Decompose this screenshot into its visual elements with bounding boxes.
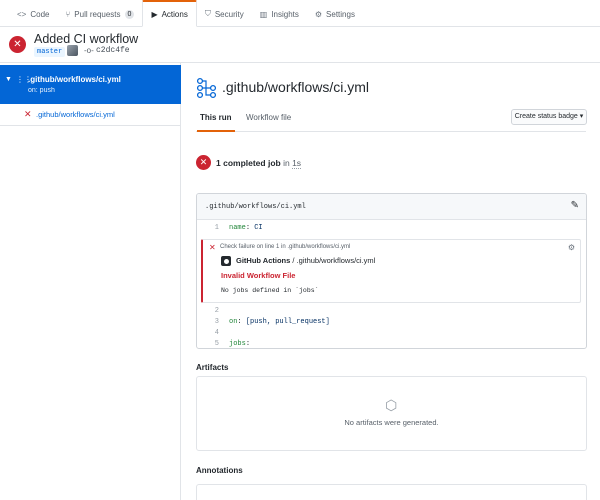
tab-code[interactable]: <> Code bbox=[9, 0, 57, 26]
commit-sha[interactable]: c2dc4fe bbox=[96, 46, 130, 55]
tab-code-label: Code bbox=[30, 9, 50, 19]
line-number[interactable]: 5 bbox=[197, 340, 219, 348]
workflow-title: .github/workflows/ci.yml bbox=[222, 79, 370, 95]
jobs-summary-text: 1 completed job in 1s bbox=[216, 158, 302, 169]
sidebar-workflow-item[interactable]: ▼ ⋮⋮ .github/workflows/ci.yml on: push bbox=[0, 65, 181, 104]
tab-pull-requests-label: Pull requests bbox=[74, 9, 121, 19]
sidebar-workflow-trigger: on: push bbox=[28, 87, 55, 94]
jobs-count: 1 completed job bbox=[216, 158, 281, 168]
code-separator: : bbox=[245, 224, 255, 232]
tab-insights-label: Insights bbox=[271, 9, 299, 19]
code-line: 4 bbox=[197, 329, 586, 340]
code-line: 1 name: CI bbox=[197, 224, 586, 235]
failure-x-icon: ✕ bbox=[209, 243, 216, 252]
tab-this-run[interactable]: This run bbox=[197, 113, 235, 132]
tab-security-label: Security bbox=[214, 9, 244, 19]
annotation-message: No jobs defined in `jobs` bbox=[221, 287, 319, 294]
line-number[interactable]: 1 bbox=[197, 224, 219, 232]
annotation-source-app: GitHub Actions bbox=[236, 256, 291, 265]
run-title: Added CI workflow bbox=[34, 32, 139, 46]
file-header: .github/workflows/ci.yml ✎ bbox=[197, 194, 586, 220]
code-line: 2 bbox=[197, 307, 586, 318]
code-line: 5 jobs: bbox=[197, 340, 586, 348]
code-value: [push, pull_request] bbox=[245, 318, 330, 326]
pencil-icon[interactable]: ✎ bbox=[571, 200, 579, 211]
annotation-card: ✕ Check failure on line 1 in .github/wor… bbox=[201, 239, 581, 303]
caret-down-icon[interactable]: ▼ bbox=[5, 76, 12, 83]
sidebar: ▼ ⋮⋮ .github/workflows/ci.yml on: push ✕… bbox=[0, 63, 181, 500]
jobs-duration: 1s bbox=[292, 158, 302, 169]
create-status-badge-button[interactable]: Create status badge ▾ bbox=[511, 109, 587, 125]
tab-settings[interactable]: ⚙ Settings bbox=[307, 0, 363, 26]
pull-requests-counter: 0 bbox=[124, 9, 135, 19]
jobs-in-label: in bbox=[280, 158, 293, 168]
workflow-icon bbox=[196, 77, 217, 99]
line-number[interactable]: 3 bbox=[197, 318, 219, 326]
artifacts-empty-text: No artifacts were generated. bbox=[344, 418, 439, 427]
main-content: .github/workflows/ci.yml This run Workfl… bbox=[182, 63, 600, 500]
graph-icon: ▥ bbox=[259, 9, 268, 19]
line-number[interactable]: 2 bbox=[197, 307, 219, 315]
pull-request-icon: ⑂ bbox=[65, 9, 71, 19]
code-value: CI bbox=[254, 224, 263, 232]
code-icon: <> bbox=[17, 9, 27, 19]
tab-actions-label: Actions bbox=[161, 9, 188, 19]
tab-security[interactable]: ⛉ Security bbox=[197, 0, 252, 26]
annotation-title: Invalid Workflow File bbox=[221, 271, 296, 280]
annotations-title: Annotations bbox=[196, 466, 243, 475]
annotations-box bbox=[196, 484, 587, 500]
failure-status-icon: ✕ bbox=[9, 36, 26, 53]
code-key: jobs bbox=[229, 340, 246, 348]
annotation-options-icon[interactable]: ⚙ bbox=[568, 243, 575, 252]
job-failure-icon: ✕ bbox=[24, 109, 32, 119]
file-path: .github/workflows/ci.yml bbox=[205, 203, 306, 211]
code-separator: : bbox=[237, 318, 246, 326]
artifacts-box: ⬡ No artifacts were generated. bbox=[196, 376, 587, 451]
workflow-file-box: .github/workflows/ci.yml ✎ 1 name: CI ✕ … bbox=[196, 193, 587, 349]
github-actions-logo bbox=[221, 256, 231, 266]
annotation-source: GitHub Actions / .github/workflows/ci.ym… bbox=[236, 256, 375, 265]
code-line: 3 on: [push, pull_request] bbox=[197, 318, 586, 329]
sidebar-workflow-name: .github/workflows/ci.yml bbox=[28, 75, 121, 84]
code-key: name bbox=[229, 224, 246, 232]
package-icon: ⬡ bbox=[385, 397, 398, 413]
avatar[interactable] bbox=[67, 45, 78, 56]
sidebar-job-name: .github/workflows/ci.yml bbox=[36, 110, 115, 119]
annotation-source-path: / .github/workflows/ci.yml bbox=[290, 256, 376, 265]
repo-nav: <> Code ⑂ Pull requests 0 ▶ Actions ⛉ Se… bbox=[0, 0, 600, 27]
sidebar-job-item[interactable]: ✕ .github/workflows/ci.yml bbox=[0, 104, 181, 126]
commit-icon: -o- bbox=[84, 46, 94, 55]
failure-status-icon: ✕ bbox=[196, 155, 211, 170]
line-number[interactable]: 4 bbox=[197, 329, 219, 337]
tab-pull-requests[interactable]: ⑂ Pull requests 0 bbox=[57, 0, 142, 26]
code-separator: : bbox=[245, 340, 251, 348]
shield-icon: ⛉ bbox=[204, 9, 211, 18]
run-header: ✕ Added CI workflow master -o- c2dc4fe bbox=[0, 27, 600, 63]
tab-workflow-file[interactable]: Workflow file bbox=[246, 113, 291, 122]
play-icon: ▶ bbox=[151, 9, 158, 19]
annotation-header: Check failure on line 1 in .github/workf… bbox=[220, 244, 351, 250]
gear-icon: ⚙ bbox=[314, 9, 323, 19]
tab-insights[interactable]: ▥ Insights bbox=[252, 0, 307, 26]
branch-label[interactable]: master bbox=[34, 47, 66, 57]
artifacts-title: Artifacts bbox=[196, 363, 229, 372]
tab-actions[interactable]: ▶ Actions bbox=[142, 0, 197, 27]
tab-settings-label: Settings bbox=[326, 9, 355, 19]
